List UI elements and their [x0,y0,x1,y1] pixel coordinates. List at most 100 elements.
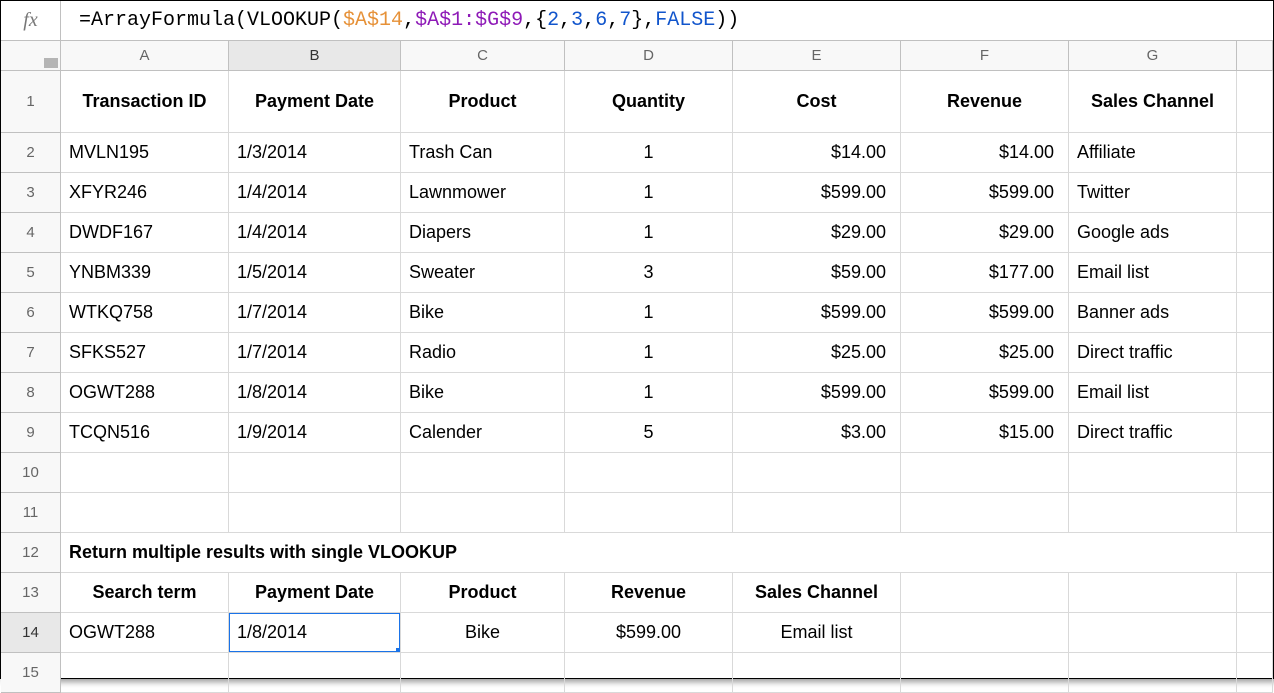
table-header[interactable]: Product [401,71,565,133]
col-header-D[interactable]: D [565,41,733,71]
cell[interactable]: $25.00 [733,333,901,373]
table-header[interactable]: Revenue [901,71,1069,133]
cell-blank[interactable] [401,493,565,533]
cell[interactable]: $25.00 [901,333,1069,373]
cell[interactable]: Bike [401,373,565,413]
row-header-8[interactable]: 8 [1,373,61,413]
cell[interactable]: XFYR246 [61,173,229,213]
cell[interactable]: $599.00 [733,373,901,413]
cell[interactable]: 1/7/2014 [229,333,401,373]
cell-blank[interactable] [901,653,1069,693]
cell-blank[interactable] [61,653,229,693]
cell[interactable]: $29.00 [733,213,901,253]
cell[interactable]: 1 [565,373,733,413]
spreadsheet-grid[interactable]: A B C D E F G 1 Transaction ID Payment D… [1,41,1273,693]
row-header-14[interactable]: 14 [1,613,61,653]
cell-blank[interactable] [229,453,401,493]
cell[interactable]: MVLN195 [61,133,229,173]
row-header-15[interactable]: 15 [1,653,61,693]
cell-blank[interactable] [1069,653,1237,693]
cell-blank[interactable] [1237,293,1273,333]
cell[interactable]: Calender [401,413,565,453]
cell[interactable]: 1 [565,293,733,333]
formula-input[interactable]: =ArrayFormula(VLOOKUP( $A$14 , $A$1:$G$9… [61,1,1273,40]
cell[interactable]: $14.00 [733,133,901,173]
cell[interactable]: 1 [565,133,733,173]
row-header-6[interactable]: 6 [1,293,61,333]
cell-blank[interactable] [1237,253,1273,293]
cell[interactable]: Banner ads [1069,293,1237,333]
cell[interactable]: Diapers [401,213,565,253]
table-header[interactable]: Transaction ID [61,71,229,133]
cell[interactable]: 1/8/2014 [229,373,401,413]
cell[interactable]: $59.00 [733,253,901,293]
cell[interactable]: 1 [565,333,733,373]
cell[interactable]: DWDF167 [61,213,229,253]
cell-blank[interactable] [901,493,1069,533]
cell-blank[interactable] [1237,71,1273,133]
row-header-3[interactable]: 3 [1,173,61,213]
cell[interactable]: TCQN516 [61,413,229,453]
cell[interactable]: $29.00 [901,213,1069,253]
cell-blank[interactable] [1237,653,1273,693]
row-header-13[interactable]: 13 [1,573,61,613]
cell[interactable]: 1/9/2014 [229,413,401,453]
lookup-header[interactable]: Sales Channel [733,573,901,613]
cell-blank[interactable] [901,573,1069,613]
cell-blank[interactable] [1237,333,1273,373]
cell[interactable]: Bike [401,613,565,653]
cell-blank[interactable] [401,453,565,493]
section-title[interactable]: Return multiple results with single VLOO… [61,533,1273,573]
cell[interactable]: 1 [565,173,733,213]
lookup-header[interactable]: Revenue [565,573,733,613]
cell[interactable]: $599.00 [901,373,1069,413]
cell-blank[interactable] [565,453,733,493]
cell-blank[interactable] [1237,413,1273,453]
cell-blank[interactable] [1069,493,1237,533]
row-header-12[interactable]: 12 [1,533,61,573]
cell-blank[interactable] [733,653,901,693]
fill-handle[interactable] [396,648,401,653]
row-header-11[interactable]: 11 [1,493,61,533]
cell[interactable]: Email list [1069,373,1237,413]
cell[interactable]: $599.00 [733,173,901,213]
cell[interactable]: $599.00 [565,613,733,653]
select-all-corner[interactable] [1,41,61,71]
cell[interactable]: $3.00 [733,413,901,453]
cell-blank[interactable] [229,493,401,533]
row-header-2[interactable]: 2 [1,133,61,173]
cell-blank[interactable] [61,493,229,533]
cell[interactable]: Email list [733,613,901,653]
lookup-header[interactable]: Search term [61,573,229,613]
col-header-G[interactable]: G [1069,41,1237,71]
col-header-F[interactable]: F [901,41,1069,71]
cell-blank[interactable] [1237,213,1273,253]
cell[interactable]: 1/4/2014 [229,173,401,213]
selected-cell[interactable]: 1/8/2014 [229,613,401,653]
cell[interactable]: $599.00 [901,293,1069,333]
col-header-C[interactable]: C [401,41,565,71]
cell[interactable]: Sweater [401,253,565,293]
cell[interactable]: 1/7/2014 [229,293,401,333]
cell[interactable]: 1 [565,213,733,253]
cell[interactable]: Lawnmower [401,173,565,213]
fx-icon[interactable]: fx [1,1,61,40]
cell-blank[interactable] [61,453,229,493]
cell-blank[interactable] [733,453,901,493]
cell-blank[interactable] [1069,613,1237,653]
cell-blank[interactable] [733,493,901,533]
cell-blank[interactable] [565,653,733,693]
cell[interactable]: 1/4/2014 [229,213,401,253]
cell[interactable]: 1/3/2014 [229,133,401,173]
col-header-extra[interactable] [1237,41,1273,71]
cell[interactable]: OGWT288 [61,373,229,413]
col-header-A[interactable]: A [61,41,229,71]
cell[interactable]: $599.00 [901,173,1069,213]
table-header[interactable]: Sales Channel [1069,71,1237,133]
row-header-4[interactable]: 4 [1,213,61,253]
lookup-header[interactable]: Product [401,573,565,613]
cell[interactable]: $599.00 [733,293,901,333]
table-header[interactable]: Payment Date [229,71,401,133]
row-header-10[interactable]: 10 [1,453,61,493]
cell-blank[interactable] [1237,133,1273,173]
